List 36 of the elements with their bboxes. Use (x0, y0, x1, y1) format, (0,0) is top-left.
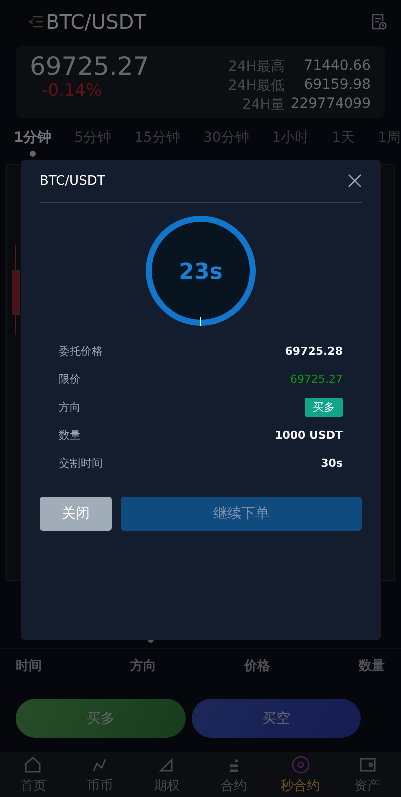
column-header: 数量 (358, 658, 385, 675)
buy-short-button[interactable]: 买空 (192, 699, 361, 738)
nav-item[interactable]: 秒合约 (267, 752, 334, 797)
countdown-text: 23s (179, 260, 223, 285)
stat-value: 69159.98 (303, 77, 371, 95)
last-price: 69725.27 (30, 52, 150, 81)
stat-value: 71440.66 (303, 58, 371, 76)
interval-tab[interactable]: 1分钟 (14, 128, 52, 158)
close-button[interactable]: 关闭 (40, 497, 112, 531)
stat-value: 229774099 (290, 96, 371, 114)
pair-title: BTC/USDT (46, 10, 146, 34)
nav-item[interactable]: 币币 (66, 752, 134, 797)
buy-long-button[interactable]: 买多 (16, 699, 186, 738)
stat-label: 24H最高 (228, 58, 285, 76)
nav-item[interactable]: 首页 (0, 752, 67, 797)
stat-label: 24H最低 (228, 77, 285, 95)
field-label: 数量 (59, 428, 81, 442)
column-header: 方向 (130, 658, 156, 675)
field-label: 交割时间 (59, 456, 103, 470)
nav-item[interactable]: 资产 (334, 752, 401, 797)
field-label: 限价 (59, 372, 81, 386)
field-label: 方向 (59, 400, 81, 414)
field-value: 30s (321, 456, 343, 470)
field-value: 69725.27 (290, 372, 343, 386)
nav-item[interactable]: 合约 (200, 752, 268, 797)
dialog-title: BTC/USDT (40, 174, 106, 188)
nav-item[interactable]: 期权 (134, 752, 200, 797)
continue-button[interactable]: 继续下单 (121, 497, 362, 531)
column-header: 价格 (244, 658, 271, 675)
column-header: 时间 (16, 658, 42, 675)
stat-label: 24H量 (241, 96, 285, 114)
field-value: 1000 USDT (275, 428, 343, 442)
field-value: 69725.28 (285, 344, 343, 358)
direction-tag: 买多 (305, 398, 343, 416)
field-label: 委托价格 (59, 344, 103, 358)
price-change: -0.14% (42, 81, 102, 101)
